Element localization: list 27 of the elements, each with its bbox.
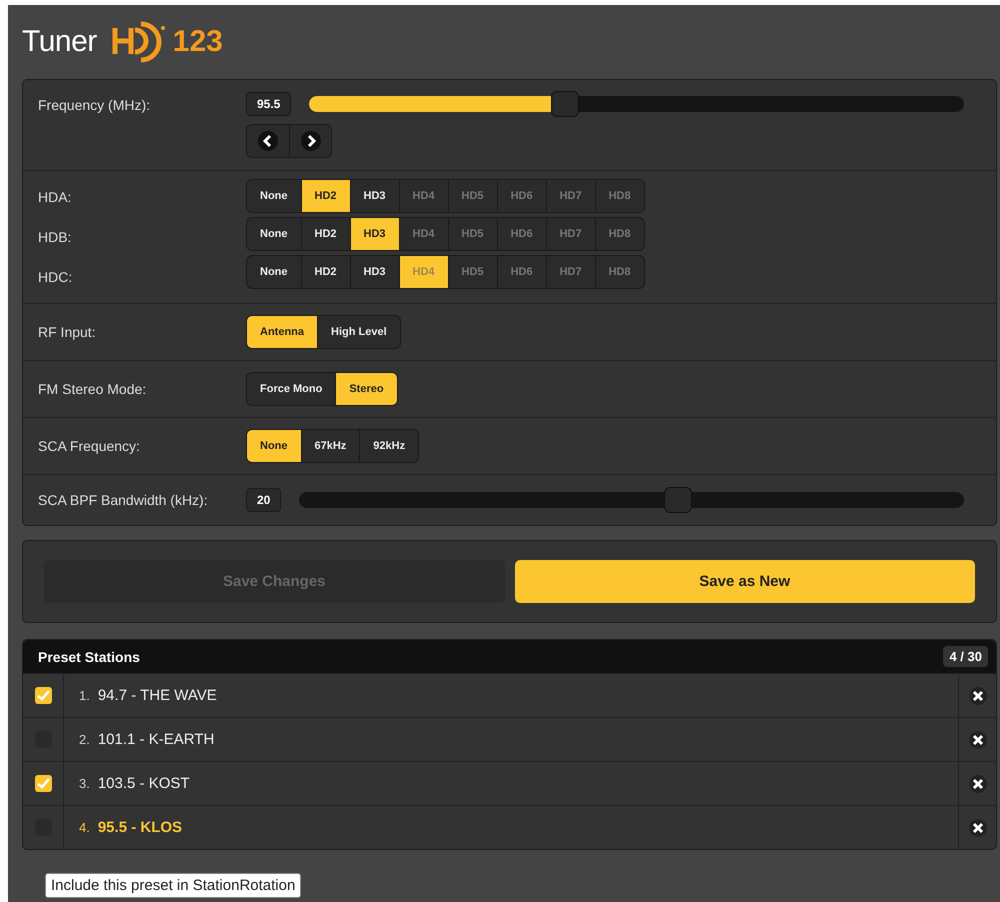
option-button[interactable]: High Level [317,316,400,348]
option-button[interactable]: HD2 [300,180,350,212]
option-button[interactable]: 92kHz [359,430,418,462]
presets-title: Preset Stations [38,648,140,664]
app-title: Tuner [22,25,97,59]
field-label: HDC: [38,269,72,285]
save-new-button[interactable]: Save as New [514,560,975,603]
option-button[interactable]: None [247,430,300,462]
preset-item[interactable]: 3. 103.5 - KOST [64,762,958,805]
logo-number: 123 [172,25,223,59]
preset-item[interactable]: 4. 95.5 - KLOS [64,806,958,849]
field-label: SCA BPF Bandwidth (kHz): [38,492,209,508]
field-label: SCA Frequency: [38,438,141,454]
option-button[interactable]: Antenna [247,316,317,348]
preset-count: 4 / 30 [943,646,988,667]
option-button[interactable]: Stereo [335,373,397,405]
option-button[interactable]: HD3 [350,218,399,250]
preset-item[interactable]: 2. 101.1 - K-EARTH [64,718,958,761]
value-field[interactable]: 20 [246,488,282,512]
tooltip: Include this preset in StationRotation [45,873,302,898]
field-label: FM Stereo Mode: [38,381,148,397]
field-label: HDB: [38,229,72,245]
preset-item[interactable]: 1. 94.7 - THE WAVE [64,674,958,717]
field-label: RF Input: [38,324,97,340]
value-field[interactable]: 95.5 [246,92,292,116]
field-label: HDA: [38,189,72,205]
field-label: Frequency (MHz): [38,97,152,113]
